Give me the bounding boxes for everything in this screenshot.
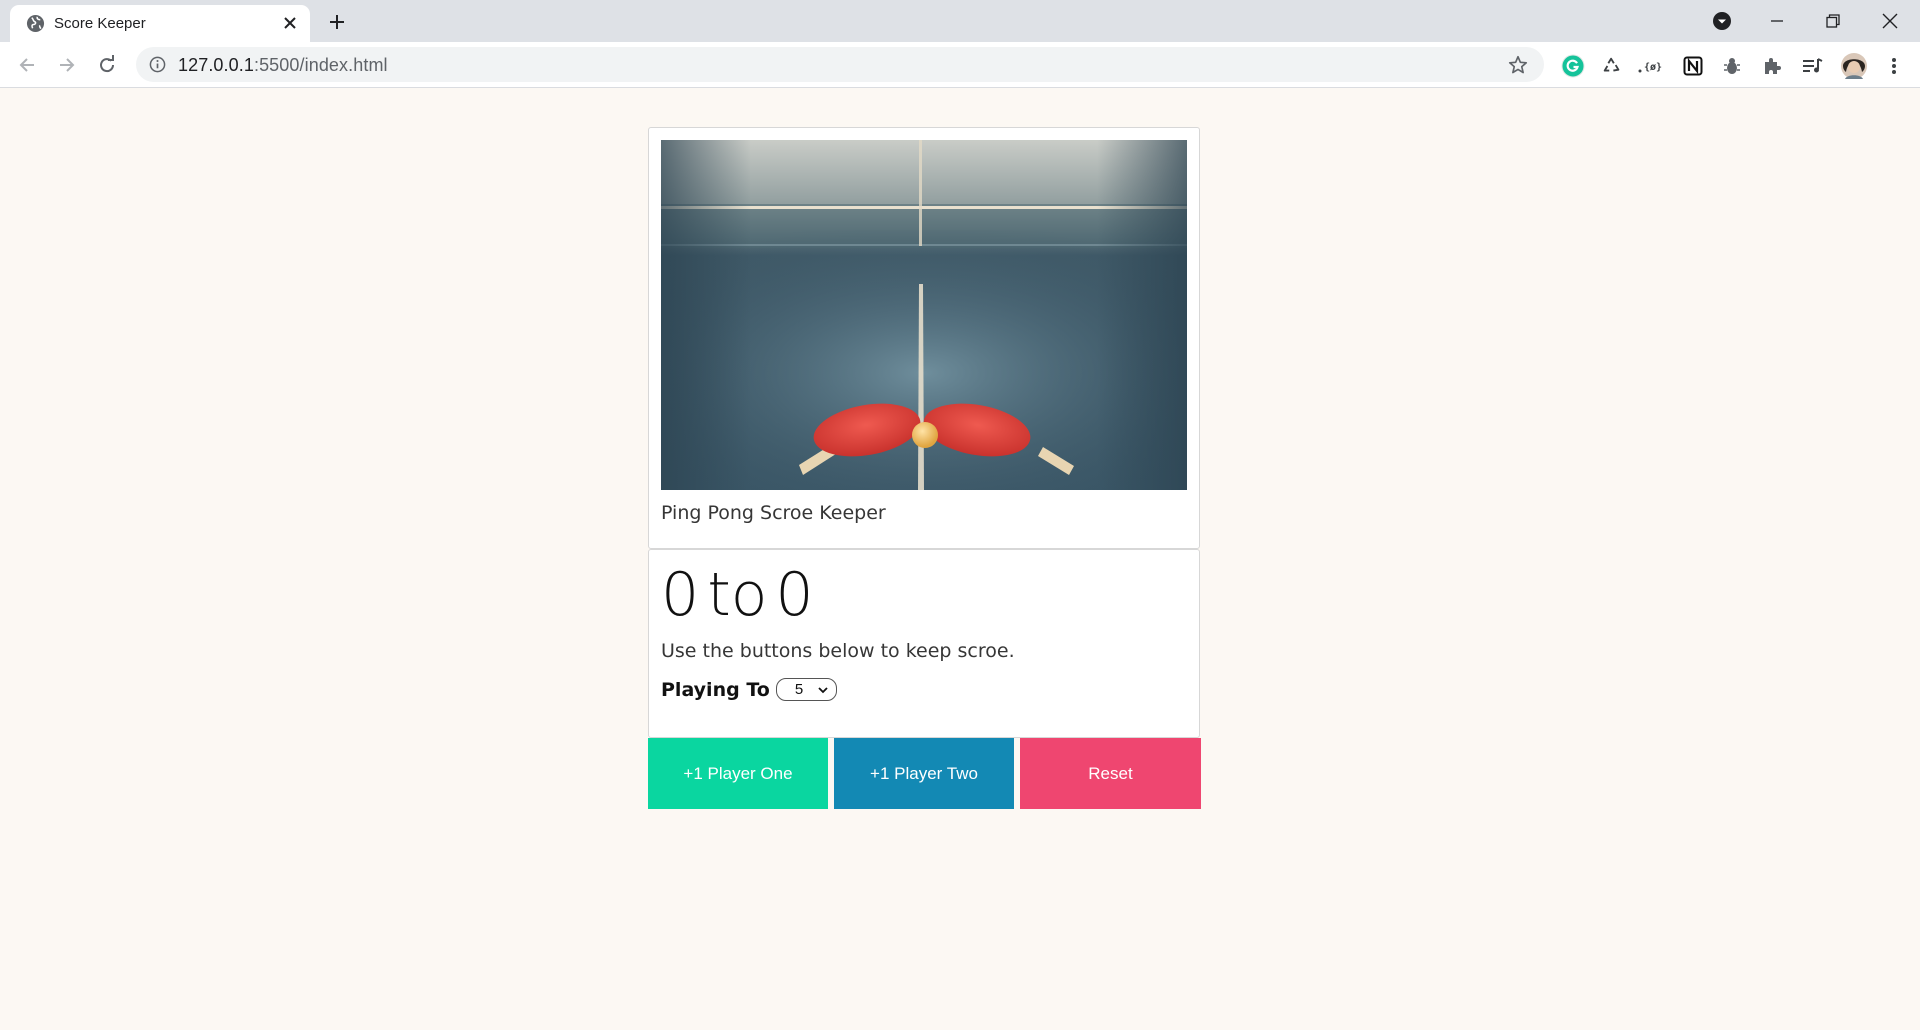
player-one-button[interactable]: +1 Player One — [648, 738, 828, 809]
browser-tab-strip: Score Keeper — [0, 0, 1920, 42]
player-two-score: 0 — [775, 560, 814, 630]
url-path: :5500/index.html — [253, 55, 388, 75]
playing-to-value: 5 — [794, 681, 804, 698]
minimize-icon[interactable] — [1760, 4, 1794, 38]
playing-to-select[interactable]: 5 — [775, 678, 837, 701]
playing-to-row: Playing To 5 — [661, 678, 837, 701]
forward-icon[interactable] — [52, 50, 82, 80]
browser-tab[interactable]: Score Keeper — [10, 5, 310, 42]
reset-button[interactable]: Reset — [1020, 738, 1201, 809]
extensions-puzzle-icon[interactable] — [1760, 54, 1784, 78]
bookmark-star-icon[interactable] — [1507, 54, 1529, 76]
back-icon[interactable] — [12, 50, 42, 80]
close-window-icon[interactable] — [1873, 4, 1907, 38]
json-formatter-icon[interactable]: {ø} — [1637, 54, 1667, 78]
player-one-score: 0 — [661, 560, 700, 630]
url-host: 127.0.0.1 — [178, 55, 254, 75]
recycle-extension-icon[interactable] — [1600, 54, 1624, 78]
reload-icon[interactable] — [92, 50, 122, 80]
ping-pong-image — [661, 140, 1187, 490]
restore-icon[interactable] — [1816, 4, 1850, 38]
new-tab-icon[interactable] — [323, 8, 351, 36]
avatar[interactable] — [1840, 52, 1868, 80]
svg-text:{ø}: {ø} — [1644, 62, 1662, 73]
instructions-text: Use the buttons below to keep scroe. — [661, 640, 1015, 662]
media-queue-icon[interactable] — [1800, 54, 1824, 78]
grammarly-icon[interactable] — [1561, 54, 1585, 78]
close-tab-icon[interactable] — [278, 11, 302, 35]
tab-title: Score Keeper — [54, 15, 146, 32]
address-bar[interactable]: 127.0.0.1:5500/index.html — [136, 47, 1544, 82]
chevron-down-icon — [818, 681, 828, 699]
playing-to-label: Playing To — [661, 678, 770, 701]
globe-icon — [26, 14, 45, 33]
tab-search-icon[interactable] — [1705, 4, 1739, 38]
score-card: 0 to 0 Use the buttons below to keep scr… — [648, 549, 1200, 738]
site-info-icon[interactable] — [149, 56, 166, 73]
more-menu-icon[interactable] — [1882, 54, 1906, 78]
player-two-button[interactable]: +1 Player Two — [834, 738, 1014, 809]
card-caption: Ping Pong Scroe Keeper — [661, 502, 886, 524]
score-separator: to — [707, 560, 768, 630]
url-text: 127.0.0.1:5500/index.html — [178, 55, 388, 76]
bug-icon[interactable] — [1720, 54, 1744, 78]
image-card: Ping Pong Scroe Keeper — [648, 127, 1200, 549]
notion-icon[interactable] — [1681, 54, 1705, 78]
browser-toolbar: 127.0.0.1:5500/index.html {ø} — [0, 42, 1920, 88]
score-display: 0 to 0 — [661, 560, 814, 630]
